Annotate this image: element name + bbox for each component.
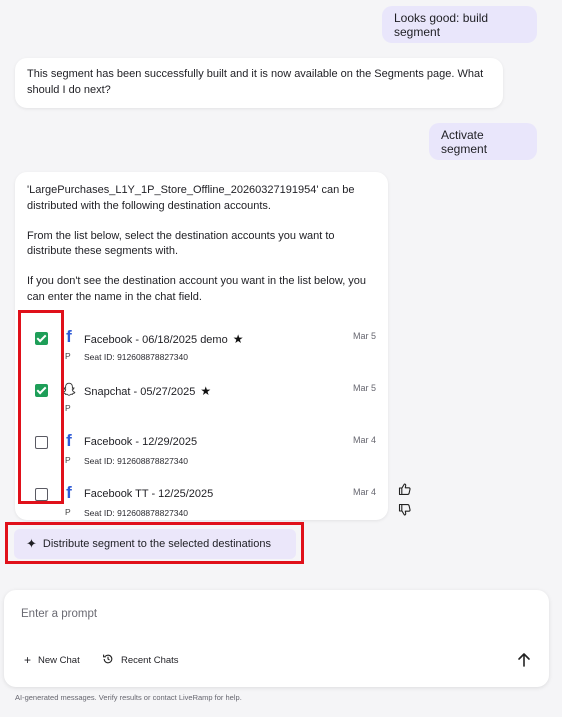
thumbs-down-icon[interactable] xyxy=(398,503,412,517)
distribute-segment-button[interactable]: ✦ Distribute segment to the selected des… xyxy=(14,529,296,559)
user-message: Looks good: build segment xyxy=(382,6,537,43)
destination-list: f Facebook - 06/18/2025 demo ★ Mar 5 P Se… xyxy=(15,322,388,522)
destination-item[interactable]: f Facebook TT - 12/25/2025 Mar 4 P Seat … xyxy=(15,478,388,530)
user-message: Activate segment xyxy=(429,123,537,160)
chat-composer: Enter a prompt + New Chat Recent Chats xyxy=(4,590,549,687)
sparkle-icon: ✦ xyxy=(26,536,37,551)
destination-checkbox[interactable] xyxy=(35,488,48,501)
facebook-icon: f xyxy=(66,327,72,346)
destination-item[interactable]: Snapchat - 05/27/2025 ★ Mar 5 P xyxy=(15,374,388,426)
destination-seat-id: Seat ID: 912608878827340 xyxy=(84,352,188,362)
selection-instructions: From the list below, select the destinat… xyxy=(27,229,335,258)
destination-name: Snapchat - 05/27/2025 ★ xyxy=(84,384,212,398)
distribute-button-label: Distribute segment to the selected desti… xyxy=(42,538,271,550)
user-message-text: Activate segment xyxy=(441,127,488,156)
destination-checkbox[interactable] xyxy=(35,332,48,345)
destination-name: Facebook - 12/29/2025 xyxy=(84,436,198,448)
favorite-star-icon[interactable]: ★ xyxy=(200,384,211,398)
destination-checkbox[interactable] xyxy=(35,436,48,449)
destination-date: Mar 5 xyxy=(352,331,376,341)
destination-name: Facebook TT - 12/25/2025 xyxy=(84,488,214,500)
destination-item[interactable]: f Facebook - 06/18/2025 demo ★ Mar 5 P Se… xyxy=(15,322,388,374)
destination-checkbox[interactable] xyxy=(35,384,48,397)
destination-name: Facebook - 06/18/2025 demo ★ xyxy=(84,332,244,346)
segment-distribution-intro: 'LargePurchases_L1Y_1P_Store_Offline_202… xyxy=(27,184,355,212)
favorite-star-icon[interactable]: ★ xyxy=(233,332,244,346)
destination-date: Mar 4 xyxy=(352,435,376,445)
destination-type: P xyxy=(65,455,71,465)
prompt-input[interactable]: Enter a prompt xyxy=(21,608,97,620)
new-chat-label: New Chat xyxy=(38,654,80,666)
destination-type: P xyxy=(65,351,71,361)
recent-chats-label: Recent Chats xyxy=(121,655,179,666)
assistant-message-text: This segment has been successfully built… xyxy=(27,68,484,96)
assistant-message: This segment has been successfully built… xyxy=(15,58,503,108)
destination-type: P xyxy=(65,507,71,517)
recent-chats-button[interactable]: Recent Chats xyxy=(102,653,179,668)
facebook-icon: f xyxy=(66,431,72,450)
destination-seat-id: Seat ID: 912608878827340 xyxy=(84,456,188,466)
user-message-text: Looks good: build segment xyxy=(394,10,489,39)
destination-type: P xyxy=(65,403,71,413)
destination-date: Mar 4 xyxy=(352,487,376,497)
ai-disclaimer: AI-generated messages. Verify results or… xyxy=(15,693,242,702)
snapchat-icon xyxy=(62,380,76,398)
send-arrow-icon[interactable] xyxy=(515,651,533,669)
facebook-icon: f xyxy=(66,483,72,502)
chat-field-hint: If you don't see the destination account… xyxy=(27,275,367,303)
new-chat-button[interactable]: + New Chat xyxy=(24,653,80,667)
history-icon xyxy=(102,653,114,668)
destination-date: Mar 5 xyxy=(352,383,376,393)
destination-item[interactable]: f Facebook - 12/29/2025 Mar 4 P Seat ID:… xyxy=(15,426,388,478)
destination-seat-id: Seat ID: 912608878827340 xyxy=(84,508,188,518)
thumbs-up-icon[interactable] xyxy=(398,482,412,496)
plus-icon: + xyxy=(24,653,32,667)
